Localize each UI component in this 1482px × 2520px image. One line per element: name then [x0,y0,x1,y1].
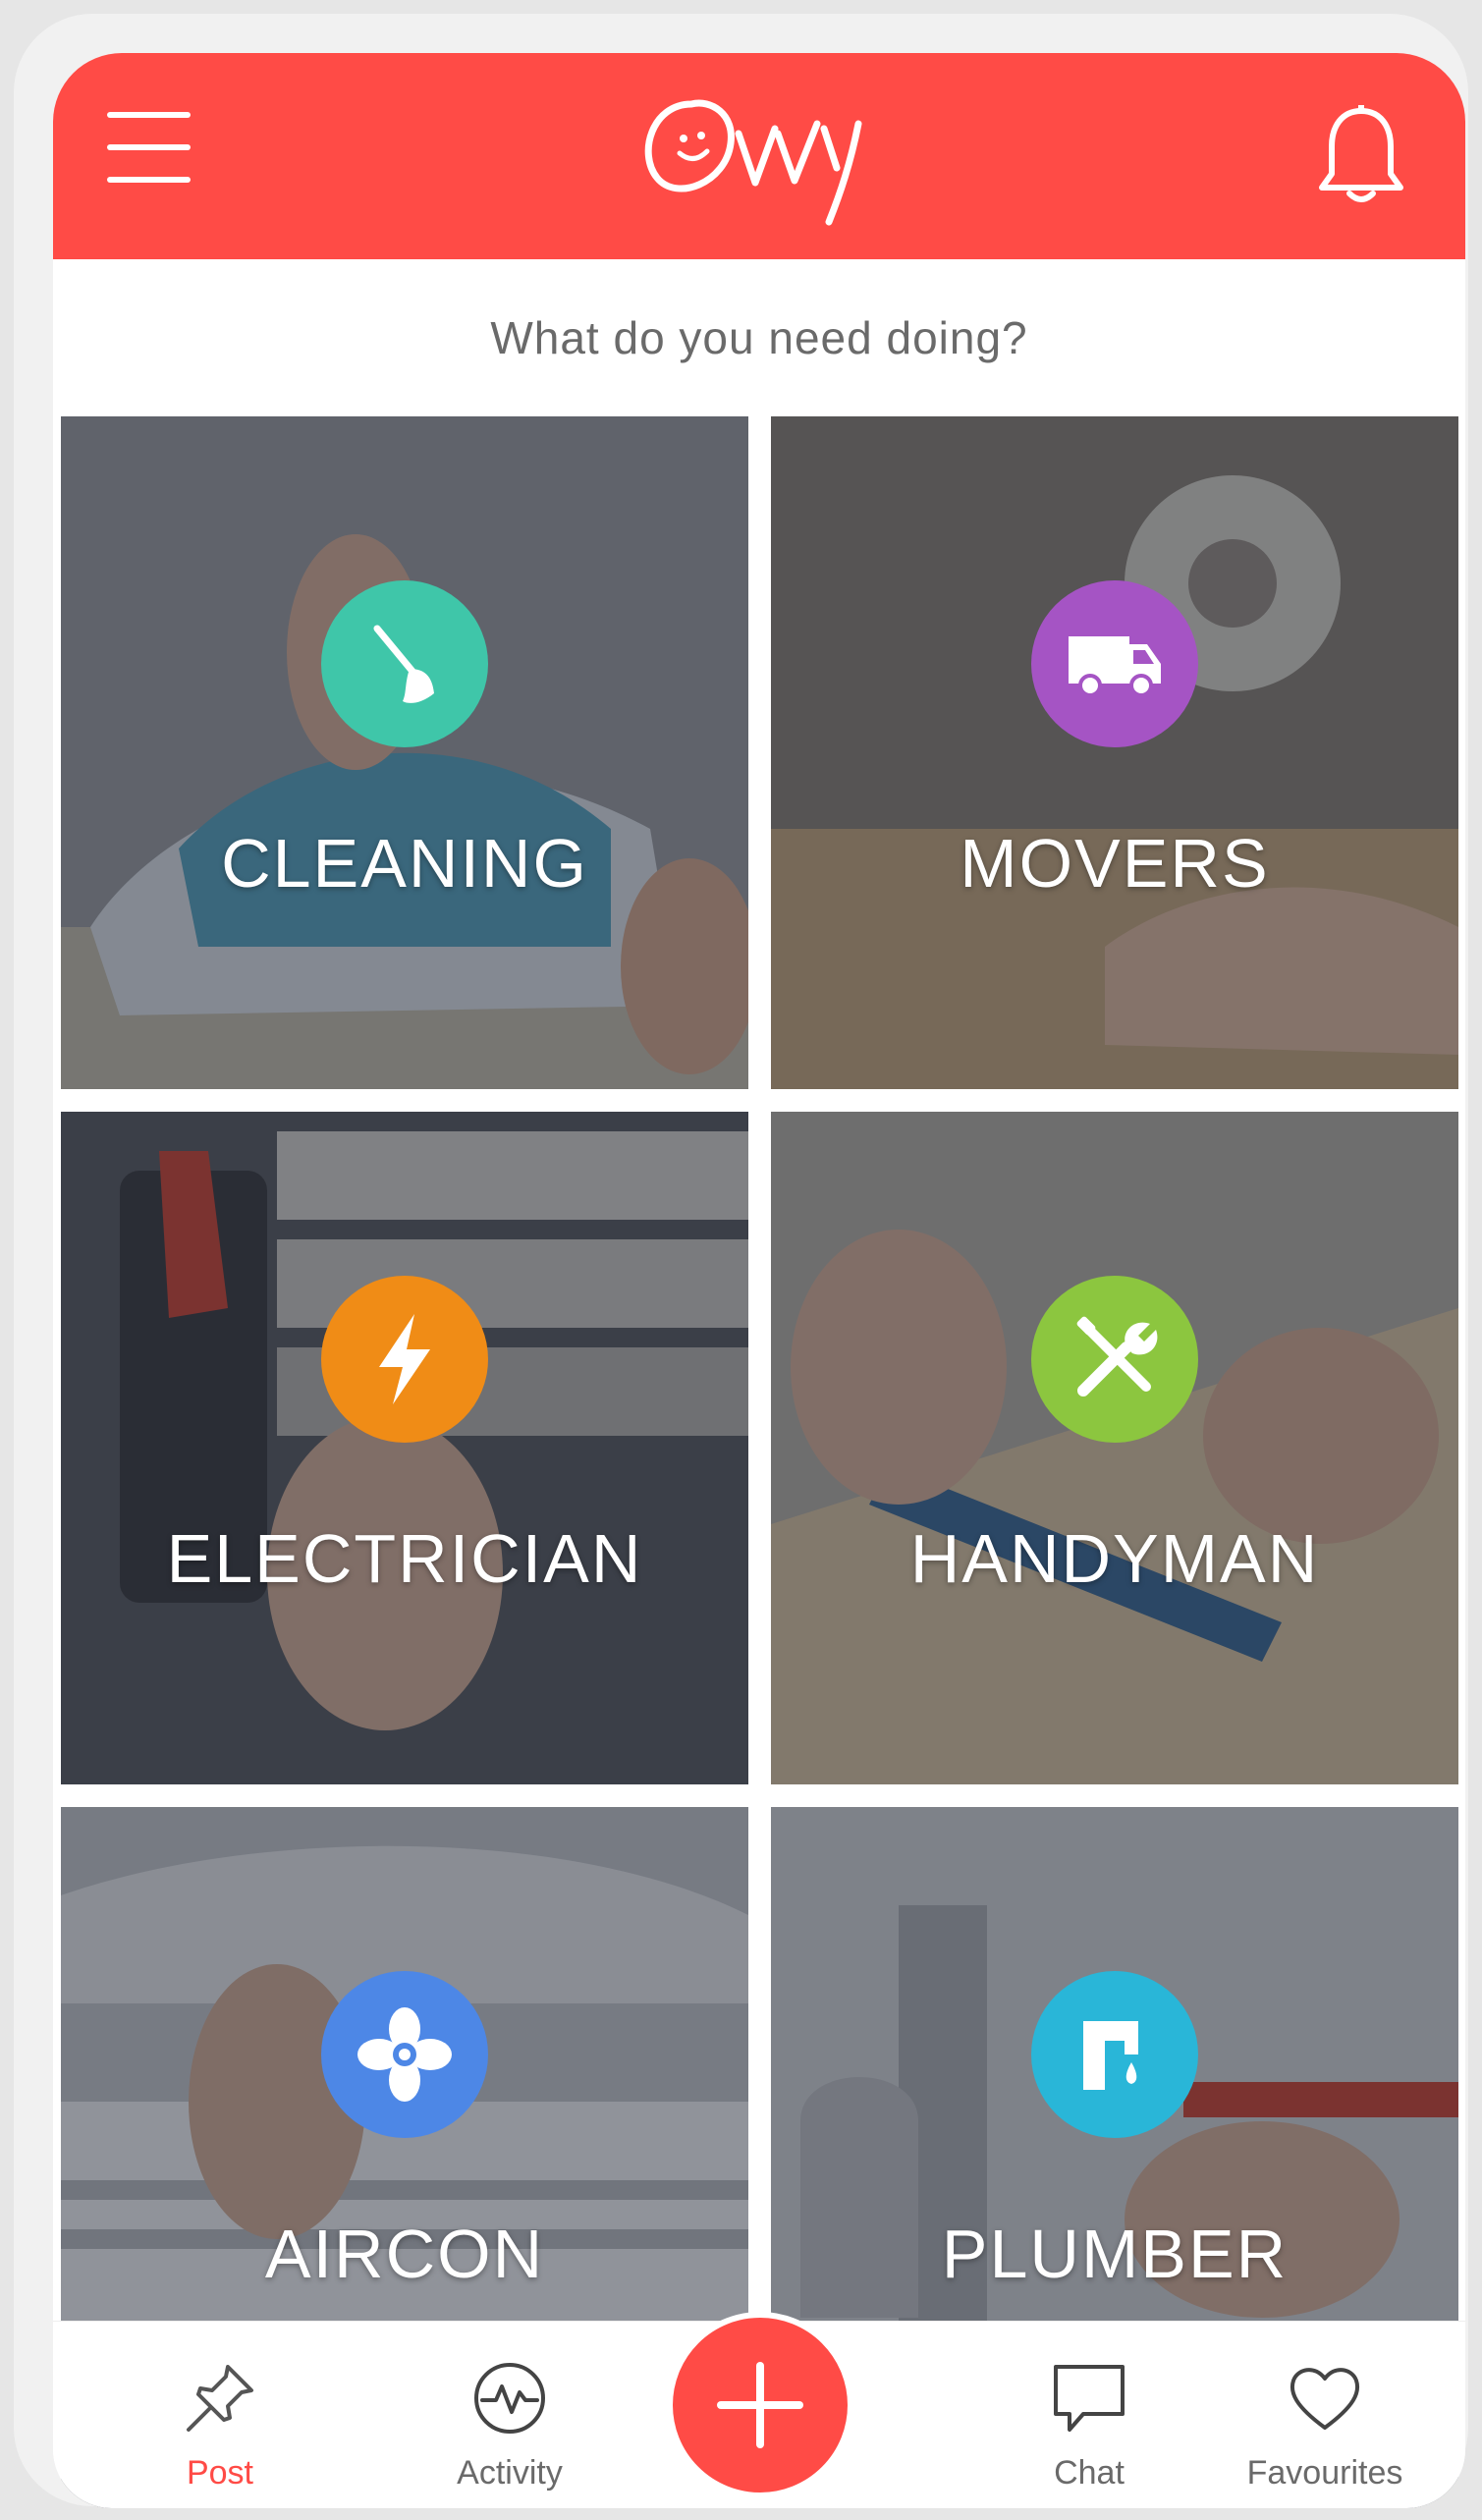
category-label: MOVERS [960,825,1270,902]
app-screen: What do you need doing? CLEANING MOVERS … [53,53,1465,2508]
pushpin-icon [187,2365,253,2432]
activity-pulse-icon [474,2363,545,2434]
category-tile-cleaning[interactable]: CLEANING [61,416,748,1089]
category-tile-electrician[interactable]: ELECTRICIAN [61,1112,748,1784]
bottom-nav: Post Activity Chat Favourites [53,2312,1465,2508]
page-prompt: What do you need doing? [490,312,1028,363]
category-label: PLUMBER [941,2216,1289,2292]
chat-bubble-icon [1054,2365,1125,2432]
nav-activity[interactable]: Activity [382,2322,637,2508]
category-label: ELECTRICIAN [166,1520,643,1597]
app-header [53,53,1465,259]
nav-label: Activity [457,2454,563,2492]
van-icon [1069,636,1161,697]
category-icon-badge [321,1276,488,1443]
tools-icon [1076,1316,1158,1397]
category-icon-badge [1031,580,1198,747]
add-post-button[interactable] [667,2312,853,2498]
nav-label: Post [186,2454,254,2492]
faucet-icon [1083,2021,1138,2090]
category-icon-badge [1031,1276,1198,1443]
heart-icon [1290,2368,1360,2430]
category-icon-badge [321,580,488,747]
category-icon-badge [321,1971,488,2138]
hamburger-menu-icon[interactable] [107,112,191,183]
category-tile-handyman[interactable]: HANDYMAN [771,1112,1458,1784]
category-icon-badge [1031,1971,1198,2138]
lightning-icon [379,1314,430,1404]
plus-icon [717,2362,803,2448]
category-label: CLEANING [221,825,588,902]
nav-label: Favourites [1246,2454,1403,2492]
nav-post[interactable]: Post [92,2322,348,2508]
category-label: AIRCON [264,2216,545,2292]
category-tile-movers[interactable]: MOVERS [771,416,1458,1089]
nav-favourites[interactable]: Favourites [1197,2322,1453,2508]
nav-label: Chat [1054,2454,1125,2492]
fan-icon [357,2007,452,2102]
notification-bell-icon[interactable] [1312,97,1410,205]
nav-chat[interactable]: Chat [961,2322,1217,2508]
ovvy-logo [644,99,862,226]
device-frame: What do you need doing? CLEANING MOVERS … [14,14,1468,2508]
category-grid: CLEANING MOVERS ELECTRICIAN HANDYMAN AIR… [61,416,1458,2508]
broom-icon [373,625,434,703]
category-label: HANDYMAN [909,1520,1320,1597]
